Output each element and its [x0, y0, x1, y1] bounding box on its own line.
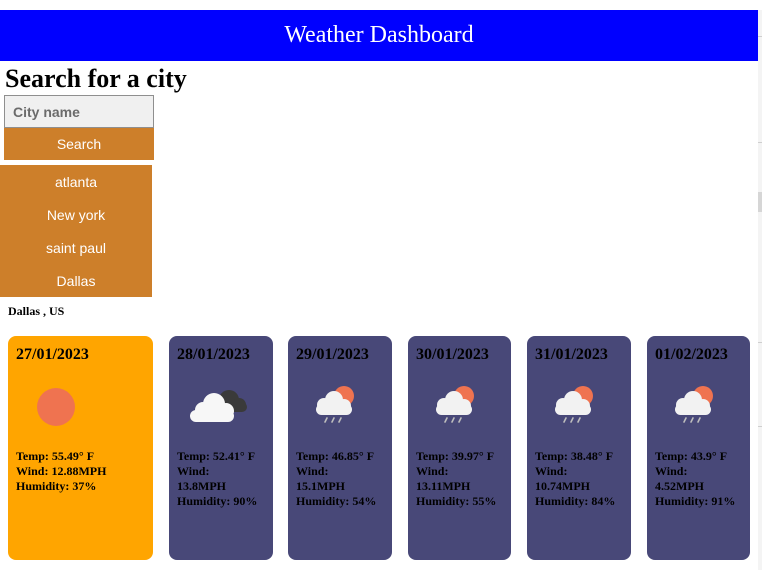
wind-value: 13.11MPH — [416, 479, 471, 493]
sun-cloud-rain-icon — [288, 380, 392, 428]
wind-value: 4.52MPH — [655, 479, 704, 493]
sun-icon — [8, 380, 153, 428]
history-item-atlanta[interactable]: atlanta — [0, 165, 152, 198]
card-stats: Temp: 52.41° F Wind: 13.8MPH Humidity: 9… — [177, 449, 267, 509]
humidity-value: Humidity: 37% — [16, 479, 97, 493]
card-date: 30/01/2023 — [416, 346, 489, 363]
forecast-card: 28/01/2023 Temp: 52.41° F Wind: 13.8MPH … — [169, 336, 273, 560]
wind-value: Wind: 12.88MPH — [16, 464, 107, 478]
wind-value: 10.74MPH — [535, 479, 590, 493]
sun-cloud-rain-icon — [647, 380, 750, 428]
card-date: 01/02/2023 — [655, 346, 728, 363]
scrollbar-thumb[interactable] — [758, 192, 762, 212]
wind-value: 13.8MPH — [177, 479, 226, 493]
card-date: 31/01/2023 — [535, 346, 608, 363]
temp-value: Temp: 39.97° F — [416, 449, 495, 463]
wind-label: Wind: — [177, 464, 210, 478]
wind-label: Wind: — [535, 464, 568, 478]
history-item-new-york[interactable]: New york — [0, 198, 152, 231]
search-title: Search for a city — [5, 64, 187, 93]
card-stats: Temp: 55.49° F Wind: 12.88MPH Humidity: … — [16, 449, 147, 494]
search-history-list: atlanta New york saint paul Dallas — [0, 165, 152, 297]
card-stats: Temp: 46.85° F Wind: 15.1MPH Humidity: 5… — [296, 449, 386, 509]
forecast-card: 29/01/2023 Temp: 46.85° F Wind: 15.1MPH … — [288, 336, 392, 560]
temp-value: Temp: 38.48° F — [535, 449, 614, 463]
card-date: 28/01/2023 — [177, 346, 250, 363]
card-date: 27/01/2023 — [16, 346, 89, 363]
top-margin — [0, 0, 762, 10]
forecast-card: 31/01/2023 Temp: 38.48° F Wind: 10.74MPH… — [527, 336, 631, 560]
page-header: Weather Dashboard — [0, 10, 758, 61]
scrollbar[interactable] — [758, 10, 762, 570]
wind-value: 15.1MPH — [296, 479, 345, 493]
card-stats: Temp: 38.48° F Wind: 10.74MPH Humidity: … — [535, 449, 625, 509]
today-weather-card: 27/01/2023 Temp: 55.49° F Wind: 12.88MPH… — [8, 336, 153, 560]
forecast-card: 30/01/2023 Temp: 39.97° F Wind: 13.11MPH… — [408, 336, 511, 560]
card-date: 29/01/2023 — [296, 346, 369, 363]
humidity-value: Humidity: 84% — [535, 494, 616, 508]
temp-value: Temp: 46.85° F — [296, 449, 375, 463]
cloud-icon — [169, 380, 273, 428]
page-title: Weather Dashboard — [284, 22, 474, 48]
search-button[interactable]: Search — [4, 128, 154, 160]
sun-cloud-rain-icon — [408, 380, 511, 428]
humidity-value: Humidity: 91% — [655, 494, 736, 508]
temp-value: Temp: 55.49° F — [16, 449, 95, 463]
temp-value: Temp: 43.9° F — [655, 449, 728, 463]
wind-label: Wind: — [655, 464, 688, 478]
humidity-value: Humidity: 90% — [177, 494, 258, 508]
city-search-input[interactable] — [4, 95, 154, 128]
forecast-card: 01/02/2023 Temp: 43.9° F Wind: 4.52MPH H… — [647, 336, 750, 560]
card-stats: Temp: 39.97° F Wind: 13.11MPH Humidity: … — [416, 449, 505, 509]
history-item-saint-paul[interactable]: saint paul — [0, 231, 152, 264]
humidity-value: Humidity: 54% — [296, 494, 377, 508]
sun-cloud-rain-icon — [527, 380, 631, 428]
temp-value: Temp: 52.41° F — [177, 449, 256, 463]
current-city-label: Dallas , US — [8, 304, 65, 318]
humidity-value: Humidity: 55% — [416, 494, 497, 508]
wind-label: Wind: — [296, 464, 329, 478]
card-stats: Temp: 43.9° F Wind: 4.52MPH Humidity: 91… — [655, 449, 744, 509]
history-item-dallas[interactable]: Dallas — [0, 264, 152, 297]
wind-label: Wind: — [416, 464, 449, 478]
